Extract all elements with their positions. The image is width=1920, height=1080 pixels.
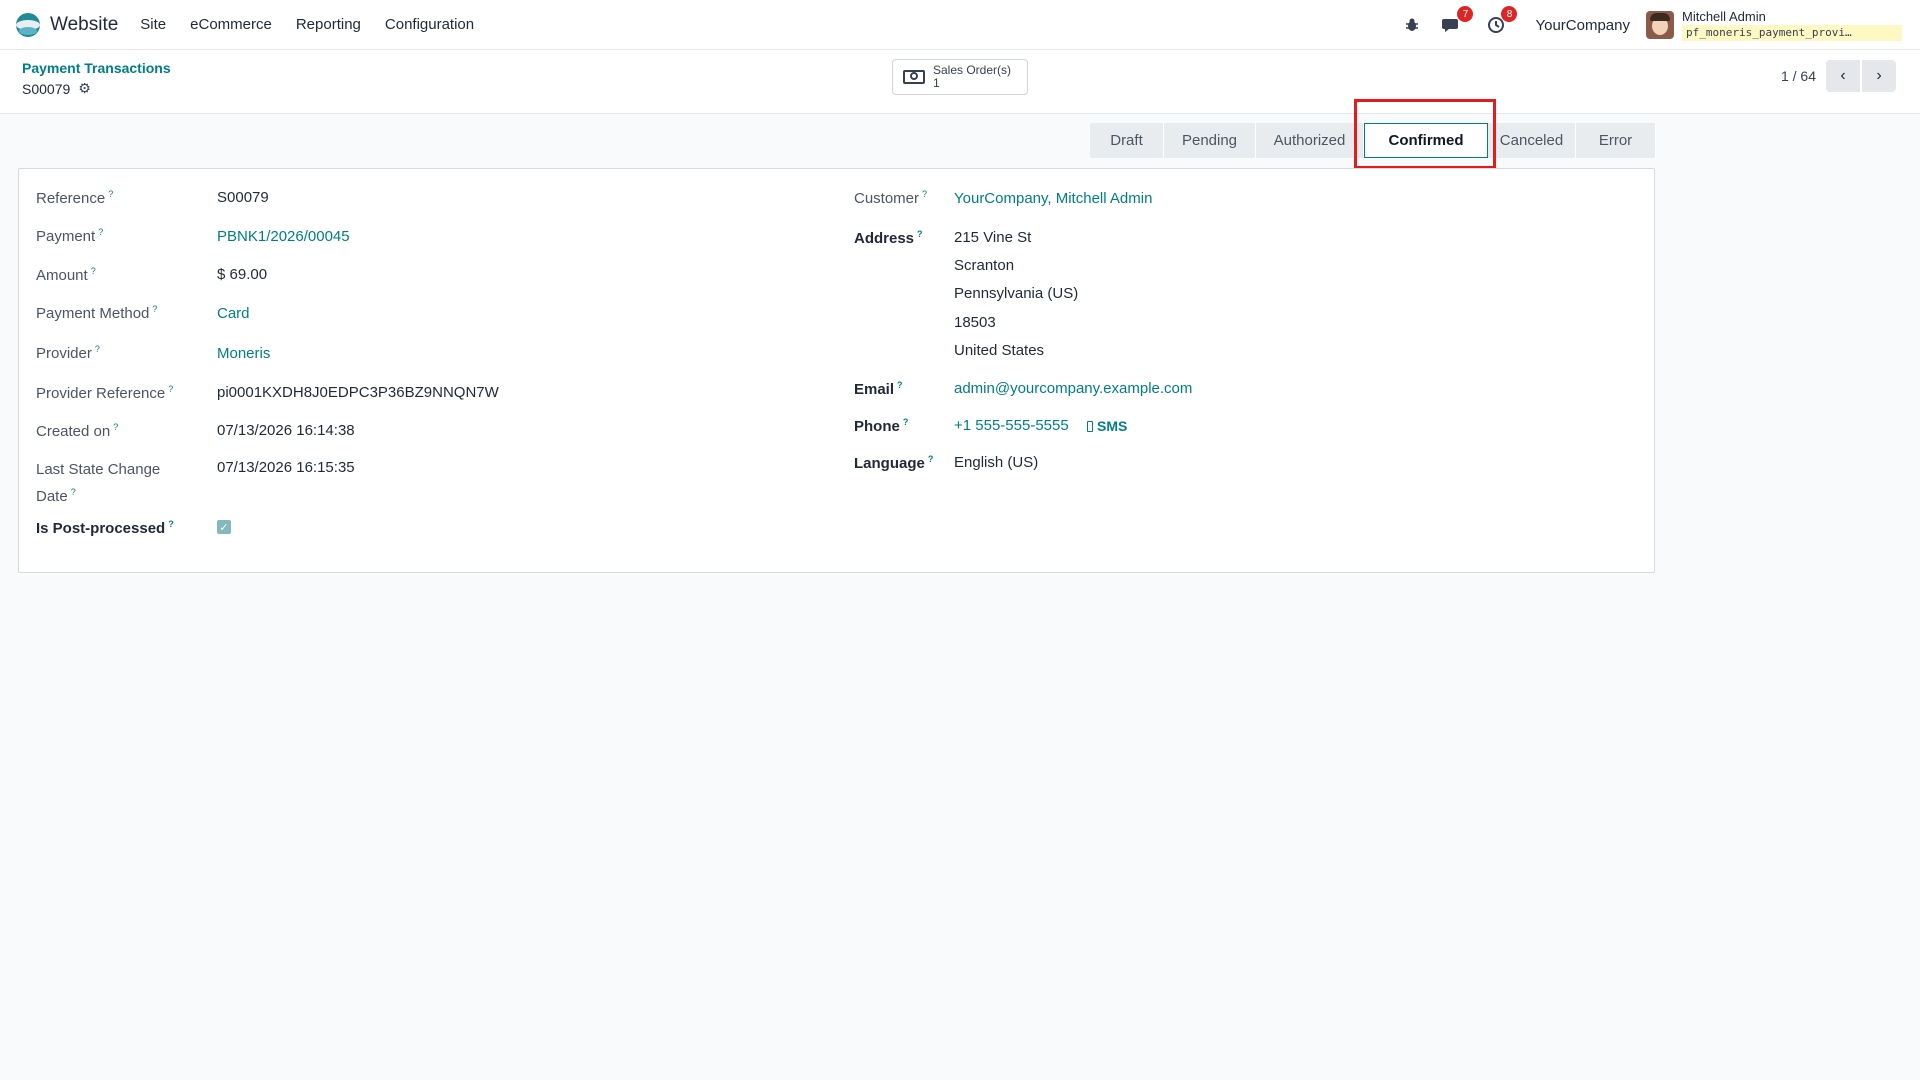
address-label: Address? xyxy=(854,229,923,247)
payment-label: Payment? xyxy=(36,227,104,245)
checkmark-icon: ✓ xyxy=(217,520,231,534)
menu-reporting[interactable]: Reporting xyxy=(296,16,361,33)
address-zip: 18503 xyxy=(954,314,996,331)
gear-icon[interactable]: ⚙ xyxy=(78,80,91,97)
activities-badge: 8 xyxy=(1501,6,1518,22)
address-state: Pennsylvania (US) xyxy=(954,285,1079,302)
stage-authorized[interactable]: Authorized xyxy=(1256,123,1364,158)
customer-link[interactable]: YourCompany, Mitchell Admin xyxy=(954,190,1152,207)
sms-label: SMS xyxy=(1097,418,1128,434)
provider-link[interactable]: Moneris xyxy=(217,345,270,362)
status-bar: Draft Pending Authorized Confirmed Cance… xyxy=(1090,123,1656,158)
amount-label: Amount? xyxy=(36,266,96,284)
activities-clock-icon[interactable]: 8 xyxy=(1485,6,1518,36)
phone-link[interactable]: +1 555-555-5555 xyxy=(954,417,1069,434)
post-processed-label: Is Post-processed? xyxy=(36,519,174,537)
created-on-label: Created on? xyxy=(36,422,119,440)
sales-orders-smart-button[interactable]: Sales Order(s) 1 xyxy=(892,59,1028,95)
chevron-left-icon: ‹ xyxy=(1840,67,1846,84)
user-avatar[interactable] xyxy=(1646,11,1674,39)
menu-site[interactable]: Site xyxy=(140,16,166,33)
breadcrumb: Payment Transactions S00079 ⚙ xyxy=(22,60,171,97)
control-panel: Payment Transactions S00079 ⚙ Sales Orde… xyxy=(0,50,1920,114)
sms-button[interactable]: SMS xyxy=(1087,418,1127,434)
pager-value[interactable]: 1 / 64 xyxy=(1781,68,1816,84)
record-name: S00079 xyxy=(22,80,71,97)
pager-next-button[interactable]: › xyxy=(1862,60,1896,92)
last-state-change-value: 07/13/2026 16:15:35 xyxy=(217,459,355,476)
stage-canceled[interactable]: Canceled xyxy=(1488,123,1576,158)
breadcrumb-current: S00079 ⚙ xyxy=(22,80,171,97)
debug-bug-icon[interactable] xyxy=(1401,14,1423,36)
menu-ecommerce[interactable]: eCommerce xyxy=(190,16,272,33)
stage-error[interactable]: Error xyxy=(1576,123,1656,158)
created-on-value: 07/13/2026 16:14:38 xyxy=(217,422,355,439)
email-label: Email? xyxy=(854,380,903,398)
mobile-phone-icon xyxy=(1087,420,1093,432)
payment-link[interactable]: PBNK1/2026/00045 xyxy=(217,228,350,245)
app-brand[interactable]: Website xyxy=(14,11,118,39)
form-sheet: Reference? S00079 Payment? PBNK1/2026/00… xyxy=(18,168,1655,573)
post-processed-checkbox[interactable]: ✓ xyxy=(217,520,231,534)
address-country: United States xyxy=(954,342,1045,359)
top-navbar: Website Site eCommerce Reporting Configu… xyxy=(0,0,1920,50)
pager: 1 / 64 ‹ › xyxy=(1781,60,1896,92)
app-name: Website xyxy=(50,13,119,35)
phone-label: Phone? xyxy=(854,417,909,435)
provider-reference-label: Provider Reference? xyxy=(36,384,174,402)
website-app-icon xyxy=(14,11,42,39)
menu-configuration[interactable]: Configuration xyxy=(385,16,474,33)
last-state-change-label: Last State Change Date? xyxy=(36,461,161,505)
chevron-right-icon: › xyxy=(1876,67,1882,84)
language-value: English (US) xyxy=(954,454,1039,471)
user-menu[interactable]: Mitchell Admin pf_moneris_payment_provi… xyxy=(1682,8,1902,41)
stage-pending[interactable]: Pending xyxy=(1164,123,1256,158)
language-label: Language? xyxy=(854,454,934,472)
messages-icon[interactable]: 7 xyxy=(1441,6,1474,36)
navbar-systray: 7 8 YourCompany Mitchell Admin pf_moneri… xyxy=(1401,0,1920,50)
address-street: 215 Vine St xyxy=(954,229,1032,246)
amount-value: $ 69.00 xyxy=(217,266,268,283)
messages-badge: 7 xyxy=(1457,6,1474,22)
payment-method-label: Payment Method? xyxy=(36,304,158,322)
pager-previous-button[interactable]: ‹ xyxy=(1826,60,1860,92)
database-name: pf_moneris_payment_provi… xyxy=(1682,24,1902,41)
smart-button-value: 1 xyxy=(933,76,940,90)
user-name: Mitchell Admin xyxy=(1682,8,1766,24)
provider-reference-value: pi0001KXDH8J0EDPC3P36BZ9NNQN7W xyxy=(217,384,499,401)
address-city: Scranton xyxy=(954,257,1015,274)
stage-draft[interactable]: Draft xyxy=(1090,123,1164,158)
payment-method-link[interactable]: Card xyxy=(217,305,250,322)
reference-label: Reference? xyxy=(36,189,114,207)
main-menu: Site eCommerce Reporting Configuration xyxy=(140,16,498,33)
company-switcher[interactable]: YourCompany xyxy=(1535,17,1630,34)
provider-label: Provider? xyxy=(36,344,100,362)
smart-button-label: Sales Order(s) xyxy=(933,63,1012,77)
breadcrumb-parent-link[interactable]: Payment Transactions xyxy=(22,60,171,76)
money-icon xyxy=(903,70,925,84)
customer-label: Customer? xyxy=(854,189,928,207)
stage-confirmed[interactable]: Confirmed xyxy=(1364,123,1488,158)
reference-value: S00079 xyxy=(217,189,269,206)
email-link[interactable]: admin@yourcompany.example.com xyxy=(954,380,1192,397)
